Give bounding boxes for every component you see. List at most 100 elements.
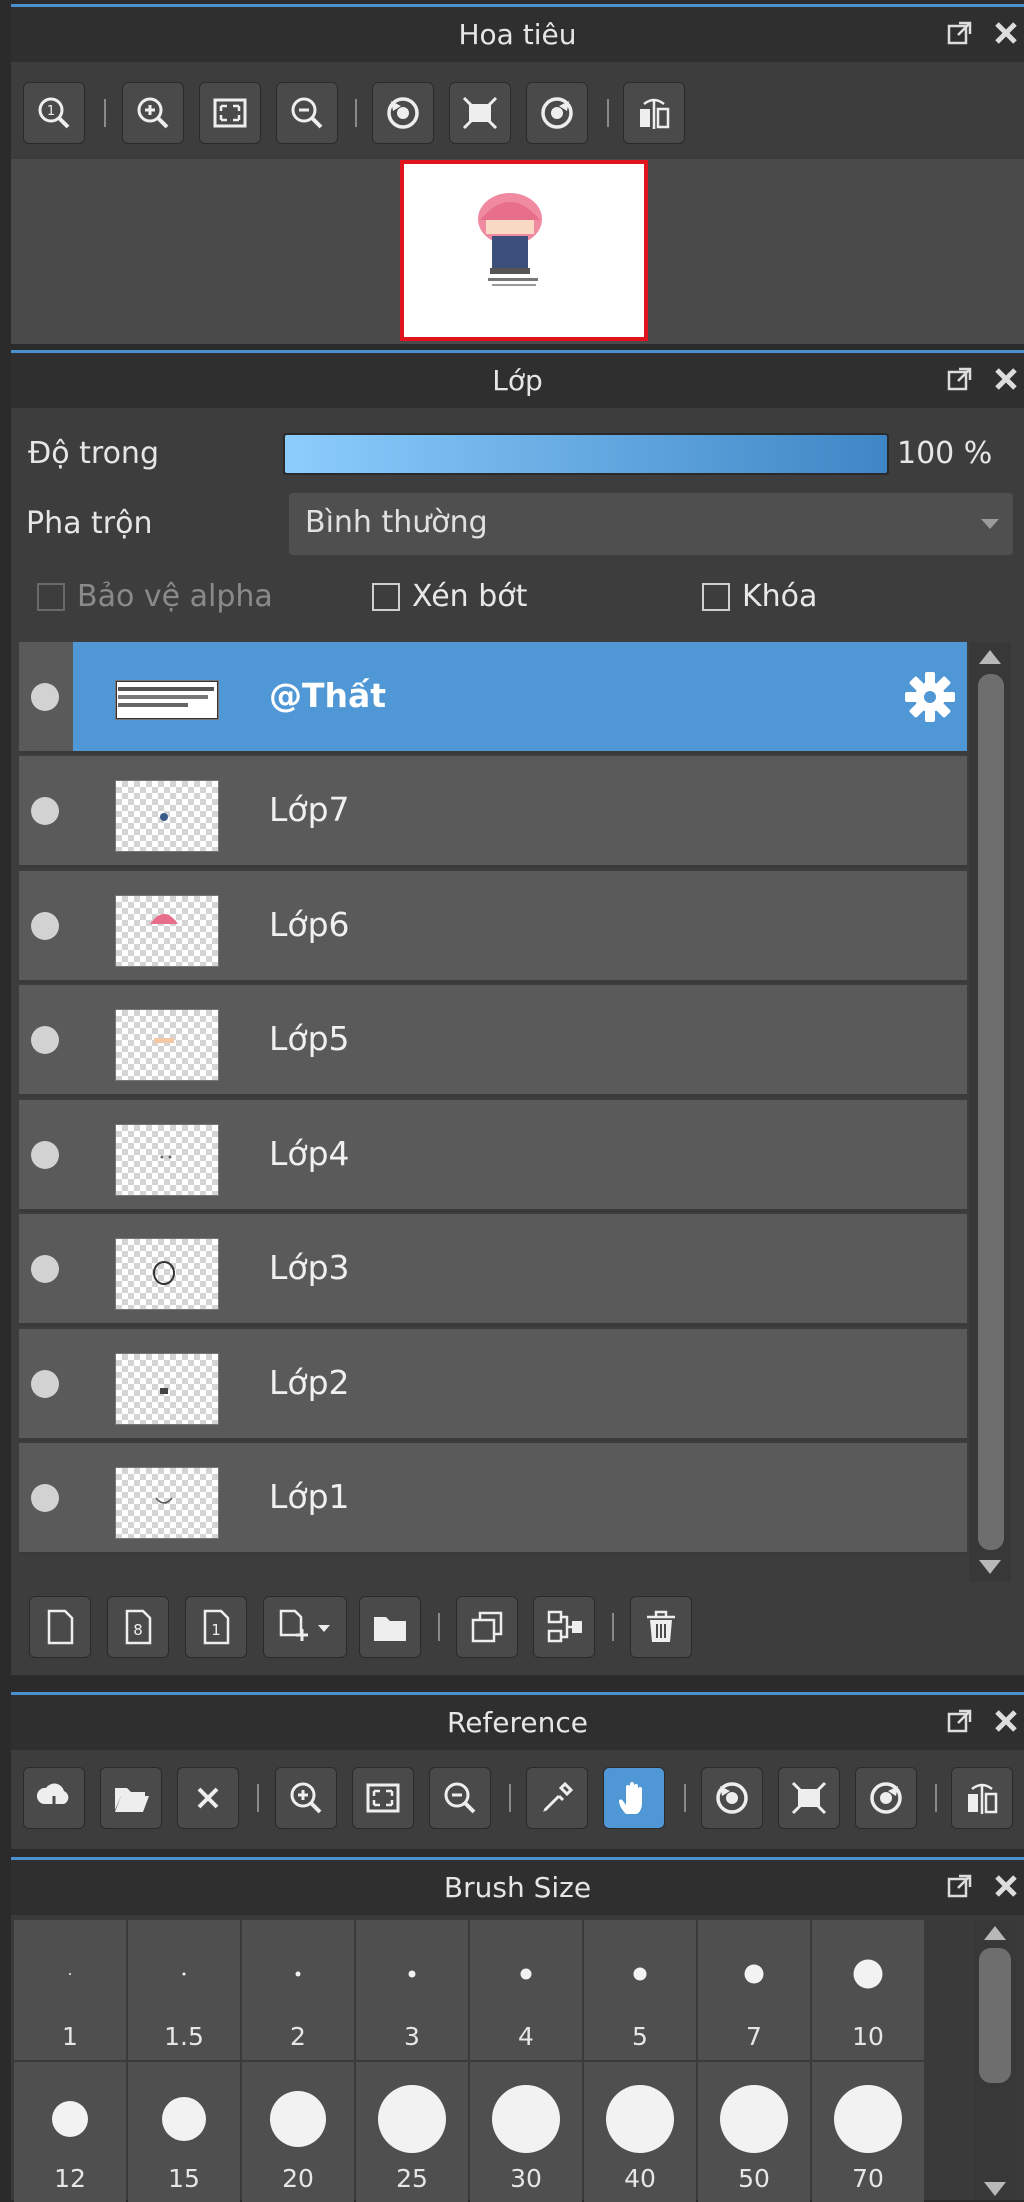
popout-icon[interactable] [942, 1868, 978, 1904]
new-halftone-layer-button[interactable]: 8 [107, 1596, 169, 1658]
rotate-left-button[interactable] [372, 82, 434, 144]
lock-checkbox[interactable]: Khóa [702, 579, 817, 614]
open-file-button[interactable] [100, 1767, 162, 1829]
eyedropper-button[interactable] [526, 1767, 588, 1829]
brush-size-cell[interactable]: 4 [470, 1920, 582, 2060]
add-layer-menu-button[interactable] [263, 1596, 347, 1658]
visibility-toggle-icon[interactable] [31, 1026, 59, 1054]
lock-label: Khóa [742, 579, 818, 614]
brush-size-cell[interactable]: 15 [128, 2062, 240, 2202]
layer-thumbnail [115, 1467, 219, 1539]
visibility-toggle-icon[interactable] [31, 912, 59, 940]
blend-mode-select[interactable]: Bình thường [289, 493, 1013, 555]
popout-icon[interactable] [942, 15, 978, 51]
brush-size-cell[interactable]: 20 [242, 2062, 354, 2202]
brush-size-label: 40 [624, 2164, 656, 2193]
new-folder-button[interactable] [359, 1596, 421, 1658]
zoom-in-button[interactable] [122, 82, 184, 144]
visibility-toggle-icon[interactable] [31, 1484, 59, 1512]
load-from-cloud-button[interactable] [23, 1767, 85, 1829]
brush-size-cell[interactable]: 2 [242, 1920, 354, 2060]
brush-size-cell[interactable]: 1.5 [128, 1920, 240, 2060]
flip-horizontal-button[interactable] [623, 82, 685, 144]
scroll-down-icon[interactable] [984, 2182, 1006, 2196]
brush-dot [744, 1964, 764, 1984]
layer-panel-title: Lớp [492, 364, 543, 397]
popout-icon[interactable] [942, 361, 978, 397]
visibility-cell [19, 871, 73, 980]
layer-list-scrollbar[interactable] [969, 642, 1011, 1582]
merge-layer-button[interactable] [533, 1596, 595, 1658]
duplicate-layer-button[interactable] [456, 1596, 518, 1658]
visibility-toggle-icon[interactable] [31, 683, 59, 711]
zoom-out-button[interactable] [429, 1767, 491, 1829]
brush-size-cell[interactable]: 25 [356, 2062, 468, 2202]
brush-size-cell[interactable]: 12 [14, 2062, 126, 2202]
scroll-up-icon[interactable] [984, 1926, 1006, 1940]
scrollbar-thumb[interactable] [978, 674, 1004, 1550]
brush-size-cell[interactable]: 70 [812, 2062, 924, 2202]
brush-size-cell[interactable]: 1 [14, 1920, 126, 2060]
brush-size-cell[interactable]: 7 [698, 1920, 810, 2060]
zoom-actual-size-button[interactable]: 1 [23, 82, 85, 144]
navigator-preview[interactable] [11, 159, 1024, 344]
visibility-cell [19, 756, 73, 865]
new-layer-button[interactable] [29, 1596, 91, 1658]
reset-rotation-button[interactable] [449, 82, 511, 144]
brush-size-scrollbar[interactable] [974, 1920, 1016, 2200]
brush-size-cell[interactable]: 10 [812, 1920, 924, 2060]
layer-thumbnail [115, 1238, 219, 1310]
close-icon[interactable] [988, 361, 1024, 397]
popout-icon[interactable] [942, 1703, 978, 1739]
layer-row[interactable]: Lớp1 [19, 1443, 967, 1555]
scroll-up-icon[interactable] [979, 650, 1001, 664]
hand-tool-button[interactable] [603, 1767, 665, 1829]
visibility-toggle-icon[interactable] [31, 797, 59, 825]
layer-row[interactable]: Lớp3 [19, 1214, 967, 1326]
close-reference-button[interactable] [177, 1767, 239, 1829]
visibility-toggle-icon[interactable] [31, 1370, 59, 1398]
chevron-down-icon [981, 519, 999, 529]
layer-row[interactable]: Lớp2 [19, 1329, 967, 1441]
brush-size-cell[interactable]: 5 [584, 1920, 696, 2060]
layer-row[interactable]: Lớp5 [19, 985, 967, 1097]
layer-row[interactable]: Lớp6 [19, 871, 967, 983]
layer-row[interactable]: @Thất [19, 642, 967, 754]
brush-size-cell[interactable]: 30 [470, 2062, 582, 2202]
fit-to-window-button[interactable] [199, 82, 261, 144]
layer-thumbnail [115, 1009, 219, 1081]
visibility-toggle-icon[interactable] [31, 1255, 59, 1283]
flip-horizontal-button[interactable] [951, 1767, 1013, 1829]
visibility-toggle-icon[interactable] [31, 1141, 59, 1169]
close-icon[interactable] [988, 1703, 1024, 1739]
rotate-left-button[interactable] [701, 1767, 763, 1829]
brush-dot [720, 2085, 788, 2153]
scroll-down-icon[interactable] [979, 1560, 1001, 1574]
clipping-checkbox[interactable]: Xén bớt [372, 579, 527, 614]
zoom-out-button[interactable] [276, 82, 338, 144]
navigator-view-frame[interactable] [400, 160, 648, 341]
scrollbar-thumb[interactable] [979, 1948, 1011, 2083]
brush-size-label: 5 [632, 2022, 648, 2051]
visibility-cell [19, 1329, 73, 1438]
brush-size-cell[interactable]: 50 [698, 2062, 810, 2202]
delete-layer-button[interactable] [630, 1596, 692, 1658]
protect-alpha-checkbox[interactable]: Bảo vệ alpha [37, 579, 273, 614]
layer-row[interactable]: Lớp4 [19, 1100, 967, 1212]
rotate-right-button[interactable] [526, 82, 588, 144]
close-icon[interactable] [988, 15, 1024, 51]
fit-to-window-button[interactable] [352, 1767, 414, 1829]
brush-size-cell[interactable]: 40 [584, 2062, 696, 2202]
layer-row[interactable]: Lớp7 [19, 756, 967, 868]
new-1bit-layer-button[interactable]: 1 [185, 1596, 247, 1658]
gear-icon[interactable] [903, 670, 957, 728]
toolbar-separator [607, 99, 609, 127]
reset-rotation-button[interactable] [778, 1767, 840, 1829]
toolbar-separator [355, 99, 357, 127]
brush-size-cell[interactable]: 3 [356, 1920, 468, 2060]
opacity-slider[interactable] [283, 433, 889, 475]
close-icon[interactable] [988, 1868, 1024, 1904]
rotate-right-button[interactable] [855, 1767, 917, 1829]
zoom-in-button[interactable] [275, 1767, 337, 1829]
brush-dot [69, 1973, 71, 1975]
